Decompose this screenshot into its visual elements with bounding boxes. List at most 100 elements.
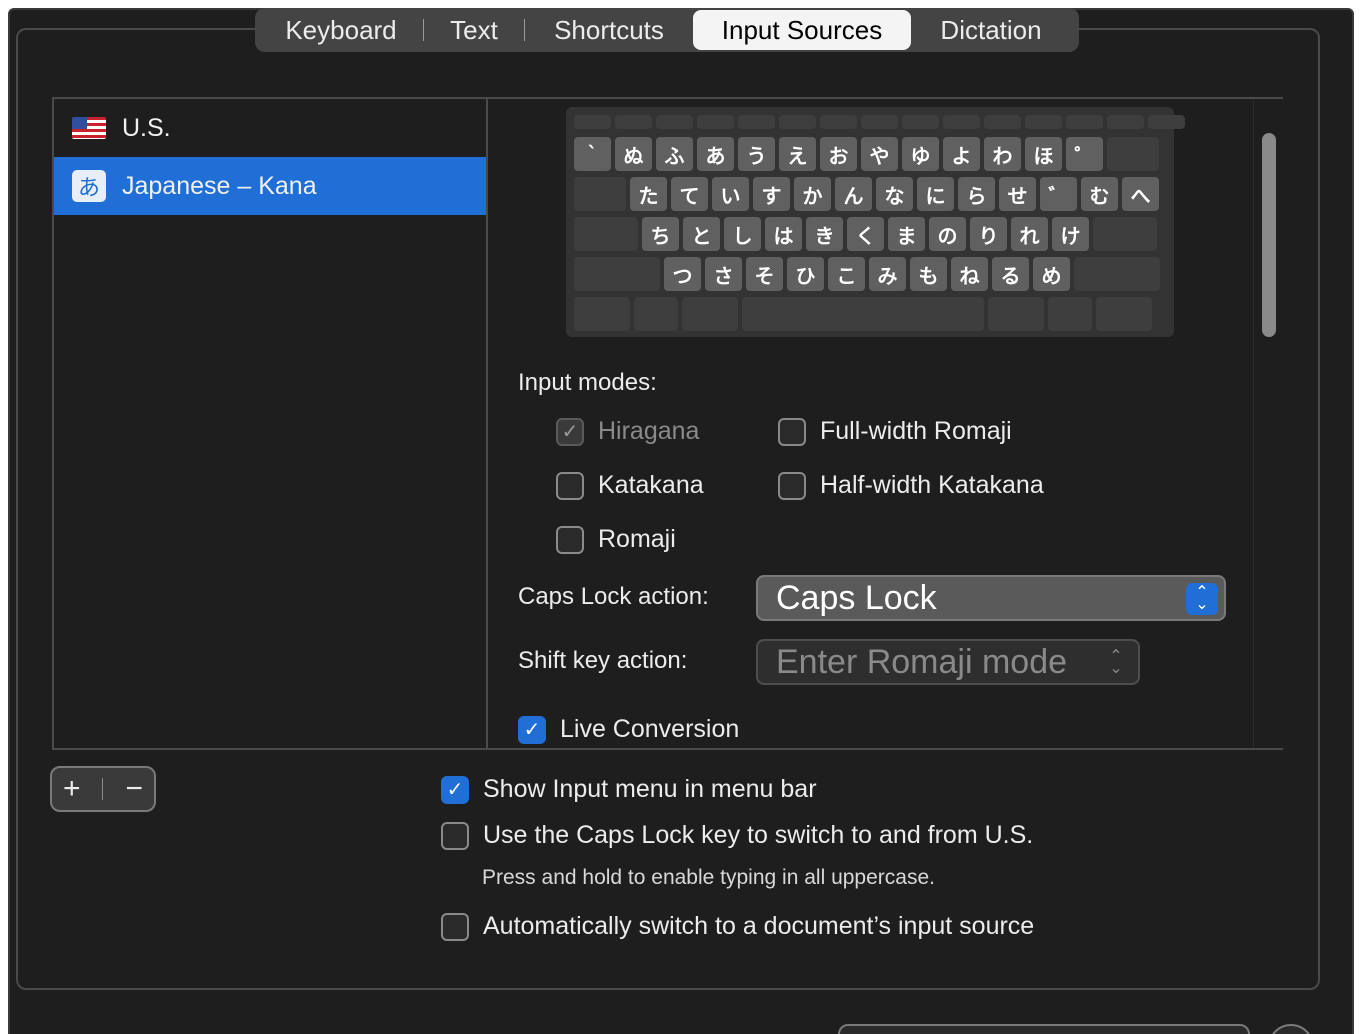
keyboard-key: の: [929, 217, 966, 251]
us-flag-icon: [72, 117, 106, 139]
tab-bar: Keyboard Text Shortcuts Input Sources Di…: [255, 8, 1079, 52]
tab-shortcuts[interactable]: Shortcuts: [525, 10, 693, 50]
keyboard-key: ふ: [656, 137, 693, 171]
keyboard-key-blank: [656, 115, 693, 129]
keyboard-key-blank: [1048, 297, 1092, 331]
romaji-checkbox[interactable]: Romaji: [556, 525, 676, 554]
keyboard-key: ゜: [1066, 137, 1103, 171]
chevron-down-icon: ⌄: [1109, 660, 1123, 677]
keyboard-key-blank: [574, 115, 611, 129]
keyboard-key: み: [869, 257, 906, 291]
keyboard-key: れ: [1011, 217, 1048, 251]
popup-arrows-icon: ⌃ ⌄: [1186, 583, 1218, 615]
show-input-menu-label: Show Input menu in menu bar: [483, 775, 817, 803]
keyboard-key: ほ: [1025, 137, 1062, 171]
keyboard-key-blank: [574, 177, 626, 211]
keyboard-key-blank: [574, 217, 638, 251]
caps-lock-switch-checkbox[interactable]: Use the Caps Lock key to switch to and f…: [441, 821, 1033, 850]
auto-switch-checkbox[interactable]: Automatically switch to a document’s inp…: [441, 912, 1034, 941]
caps-lock-action-label: Caps Lock action:: [518, 583, 709, 610]
keyboard-key-blank: [615, 115, 652, 129]
tab-dictation[interactable]: Dictation: [911, 10, 1071, 50]
input-source-detail: ` ぬふあうえおやゆよわほ゜ たていすかんなにらせ゛むへ ちとしはきくまのりれけ …: [490, 99, 1253, 748]
keyboard-key: お: [820, 137, 857, 171]
keyboard-key-blank: [682, 297, 738, 331]
half-width-katakana-checkbox[interactable]: Half-width Katakana: [778, 471, 1044, 500]
katakana-checkbox[interactable]: Katakana: [556, 471, 704, 500]
tab-text[interactable]: Text: [424, 10, 524, 50]
keyboard-row-4: つさそひこみもねるめ: [574, 257, 1160, 291]
half-width-katakana-label: Half-width Katakana: [820, 471, 1044, 499]
checkmark-icon: ✓: [556, 417, 584, 446]
keyboard-key: わ: [984, 137, 1021, 171]
katakana-label: Katakana: [598, 471, 704, 499]
checkbox-box: [778, 417, 806, 446]
add-remove-control: + −: [50, 766, 156, 812]
input-source-label: U.S.: [122, 113, 171, 142]
keyboard-key: た: [630, 177, 667, 211]
live-conversion-checkbox[interactable]: ✓ Live Conversion: [518, 715, 739, 744]
keyboard-key: け: [1052, 217, 1089, 251]
keyboard-key: む: [1081, 177, 1118, 211]
remove-input-source-button[interactable]: −: [125, 772, 143, 806]
hiragana-label: Hiragana: [598, 417, 700, 445]
checkmark-icon: ✓: [441, 775, 469, 804]
keyboard-key-blank: [574, 257, 660, 291]
popup-arrows-icon: ⌃ ⌄: [1100, 647, 1132, 679]
keyboard-row-1: ` ぬふあうえおやゆよわほ゜: [574, 137, 1159, 171]
keyboard-key-blank: [820, 115, 857, 129]
input-source-us[interactable]: U.S.: [54, 99, 486, 157]
keyboard-key: や: [861, 137, 898, 171]
keyboard-row-2: たていすかんなにらせ゛むへ: [574, 177, 1159, 211]
full-width-romaji-checkbox[interactable]: Full-width Romaji: [778, 417, 1012, 446]
keyboard-key: く: [847, 217, 884, 251]
keyboard-key: か: [794, 177, 831, 211]
keyboard-key: `: [574, 137, 611, 171]
hiragana-checkbox[interactable]: ✓ Hiragana: [556, 417, 699, 446]
keyboard-function-row: [574, 115, 1185, 129]
keyboard-key: も: [910, 257, 947, 291]
tab-input-sources[interactable]: Input Sources: [693, 10, 911, 50]
keyboard-key: き: [806, 217, 843, 251]
keyboard-key-blank: [634, 297, 678, 331]
chevron-down-icon: ⌄: [1195, 596, 1209, 613]
keyboard-key-blank: [861, 115, 898, 129]
keyboard-key-blank: [984, 115, 1021, 129]
input-source-label: Japanese – Kana: [122, 171, 317, 200]
shift-key-action-popup[interactable]: Enter Romaji mode ⌃ ⌄: [756, 639, 1140, 685]
detail-scrollbar[interactable]: [1253, 99, 1283, 748]
shift-key-action-label: Shift key action:: [518, 647, 688, 674]
show-input-menu-checkbox[interactable]: ✓ Show Input menu in menu bar: [441, 775, 817, 804]
keyboard-row-3: ちとしはきくまのりれけ: [574, 217, 1157, 251]
keyboard-key: な: [876, 177, 913, 211]
keyboard-key: さ: [705, 257, 742, 291]
checkmark-icon: ✓: [518, 715, 546, 744]
full-width-romaji-label: Full-width Romaji: [820, 417, 1012, 445]
keyboard-key: ぬ: [615, 137, 652, 171]
japanese-kana-icon: あ: [72, 170, 106, 202]
keyboard-key-blank: [1025, 115, 1062, 129]
scrollbar-thumb[interactable]: [1262, 133, 1276, 337]
input-source-japanese-kana[interactable]: あ Japanese – Kana: [54, 157, 486, 215]
keyboard-key: ら: [958, 177, 995, 211]
caps-lock-action-popup[interactable]: Caps Lock ⌃ ⌄: [756, 575, 1226, 621]
keyboard-key-blank: [1096, 297, 1152, 331]
keyboard-layout-preview: ` ぬふあうえおやゆよわほ゜ たていすかんなにらせ゛むへ ちとしはきくまのりれけ …: [566, 107, 1185, 337]
input-modes-title: Input modes:: [518, 369, 657, 396]
keyboard-key: ゆ: [902, 137, 939, 171]
keyboard-key-blank: [943, 115, 980, 129]
keyboard-key-blank: [574, 297, 630, 331]
keyboard-key: あ: [697, 137, 734, 171]
keyboard-key: へ: [1122, 177, 1159, 211]
input-source-list: U.S. あ Japanese – Kana: [54, 99, 488, 748]
keyboard-key: し: [724, 217, 761, 251]
bottom-action-button[interactable]: [838, 1024, 1250, 1034]
keyboard-key: り: [970, 217, 1007, 251]
add-input-source-button[interactable]: +: [63, 772, 81, 806]
keyboard-key: う: [738, 137, 775, 171]
tab-keyboard[interactable]: Keyboard: [259, 10, 423, 50]
shift-key-action-value: Enter Romaji mode: [776, 642, 1068, 681]
keyboard-key: す: [753, 177, 790, 211]
keyboard-key: よ: [943, 137, 980, 171]
romaji-label: Romaji: [598, 525, 676, 553]
